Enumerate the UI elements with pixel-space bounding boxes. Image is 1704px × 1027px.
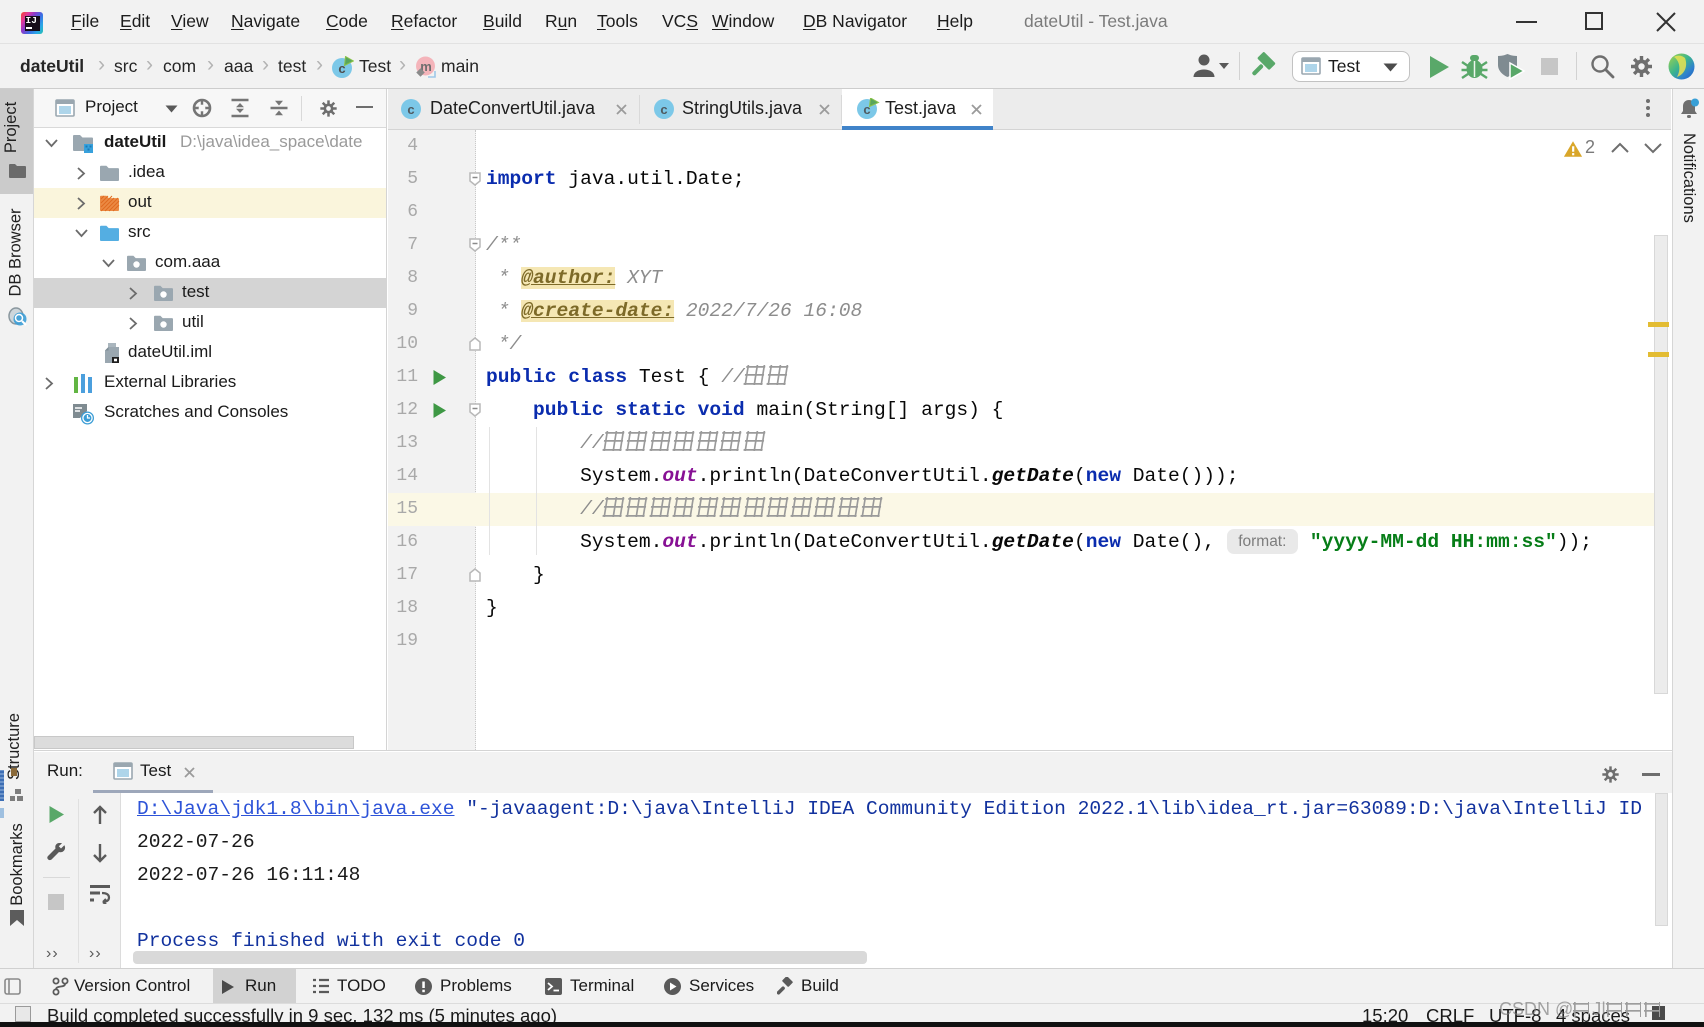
svg-text:c: c <box>407 102 414 117</box>
svg-text:c: c <box>660 102 667 117</box>
